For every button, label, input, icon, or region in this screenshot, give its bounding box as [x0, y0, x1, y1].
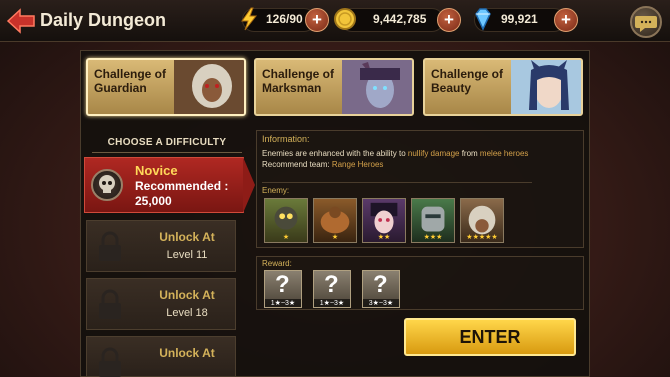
challenge-marksman-tab[interactable]: Challenge of Marksman [254, 58, 414, 116]
enemy-stars: ★★★ [423, 234, 443, 241]
challenge-beauty-tab[interactable]: Challenge of Beauty [423, 58, 583, 116]
enemy-stars: ★ [331, 234, 339, 241]
recommended-value: 25,000 [135, 194, 172, 208]
gold-coin-icon [334, 8, 356, 30]
difficulty-locked-3[interactable]: Unlock At [86, 336, 236, 377]
chat-button[interactable] [630, 6, 662, 38]
gems-value: 99,921 [501, 12, 538, 26]
divider [92, 152, 242, 153]
difficulty-header: CHOOSE A DIFFICULTY [107, 137, 227, 148]
add-gems-button[interactable]: + [554, 8, 578, 32]
reward-mystery-item[interactable]: ? 3★~3★ [362, 270, 400, 308]
beauty-portrait [511, 60, 581, 114]
back-arrow-icon[interactable] [6, 8, 36, 34]
unlock-title: Unlock At [159, 346, 215, 360]
unlock-title: Unlock At [159, 288, 215, 302]
information-title: Information: [262, 134, 310, 144]
reward-star-range: 1★~3★ [265, 299, 301, 307]
gold-value: 9,442,785 [373, 12, 427, 26]
enemy-portrait[interactable]: ★★ [362, 198, 406, 243]
chat-bubble-icon [635, 16, 657, 32]
guardian-portrait [174, 60, 244, 114]
enemy-label: Enemy: [262, 186, 290, 195]
challenge-label: Challenge of Marksman [262, 67, 335, 95]
enemy-stars: ★★ [377, 234, 391, 241]
enemy-stars: ★ [282, 234, 290, 241]
information-line-1: Enemies are enhanced with the ability to… [262, 149, 529, 158]
enemy-portrait[interactable]: ★ [264, 198, 308, 243]
reward-box [256, 256, 584, 310]
enemy-stars: ★★★★★ [466, 234, 498, 241]
enemy-portrait[interactable]: ★★★★★ [460, 198, 504, 243]
question-mark-icon: ? [324, 271, 339, 298]
challenge-label: Challenge of Guardian [94, 67, 167, 95]
reward-mystery-item[interactable]: ? 1★~3★ [313, 270, 351, 308]
stamina-value: 126/90 [266, 12, 303, 26]
reward-star-range: 1★~3★ [314, 299, 350, 307]
divider [262, 182, 532, 183]
information-line-2: Recommend team: Range Heroes [262, 160, 384, 169]
difficulty-novice[interactable]: Novice Recommended : 25,000 [84, 157, 255, 213]
challenge-label: Challenge of Beauty [431, 67, 504, 95]
marksman-portrait [342, 60, 412, 114]
unlock-title: Unlock At [159, 230, 215, 244]
lock-icon [99, 289, 121, 319]
add-gold-button[interactable]: + [437, 8, 461, 32]
difficulty-name: Novice [135, 163, 178, 178]
recommended-label: Recommended : [135, 179, 229, 193]
difficulty-locked-1[interactable]: Unlock At Level 11 [86, 220, 236, 272]
enemy-portrait[interactable]: ★ [313, 198, 357, 243]
reward-mystery-item[interactable]: ? 1★~3★ [264, 270, 302, 308]
enter-button[interactable]: ENTER [404, 318, 576, 356]
page-title: Daily Dungeon [40, 10, 167, 30]
unlock-level: Level 11 [166, 249, 208, 261]
diamond-icon [475, 8, 491, 31]
reward-star-range: 3★~3★ [363, 299, 399, 307]
lock-icon [99, 347, 121, 377]
lock-icon [99, 231, 121, 261]
add-stamina-button[interactable]: + [305, 8, 329, 32]
skull-icon [91, 169, 123, 201]
top-bar: Daily Dungeon 126/90 + 9,442,785 + 99,92… [0, 0, 670, 42]
unlock-level: Level 18 [166, 307, 208, 319]
difficulty-locked-2[interactable]: Unlock At Level 18 [86, 278, 236, 330]
question-mark-icon: ? [275, 271, 290, 298]
question-mark-icon: ? [373, 271, 388, 298]
lightning-icon [241, 7, 258, 31]
challenge-guardian-tab[interactable]: Challenge of Guardian [86, 58, 246, 116]
enemy-portrait[interactable]: ★★★ [411, 198, 455, 243]
reward-label: Reward: [262, 259, 292, 268]
